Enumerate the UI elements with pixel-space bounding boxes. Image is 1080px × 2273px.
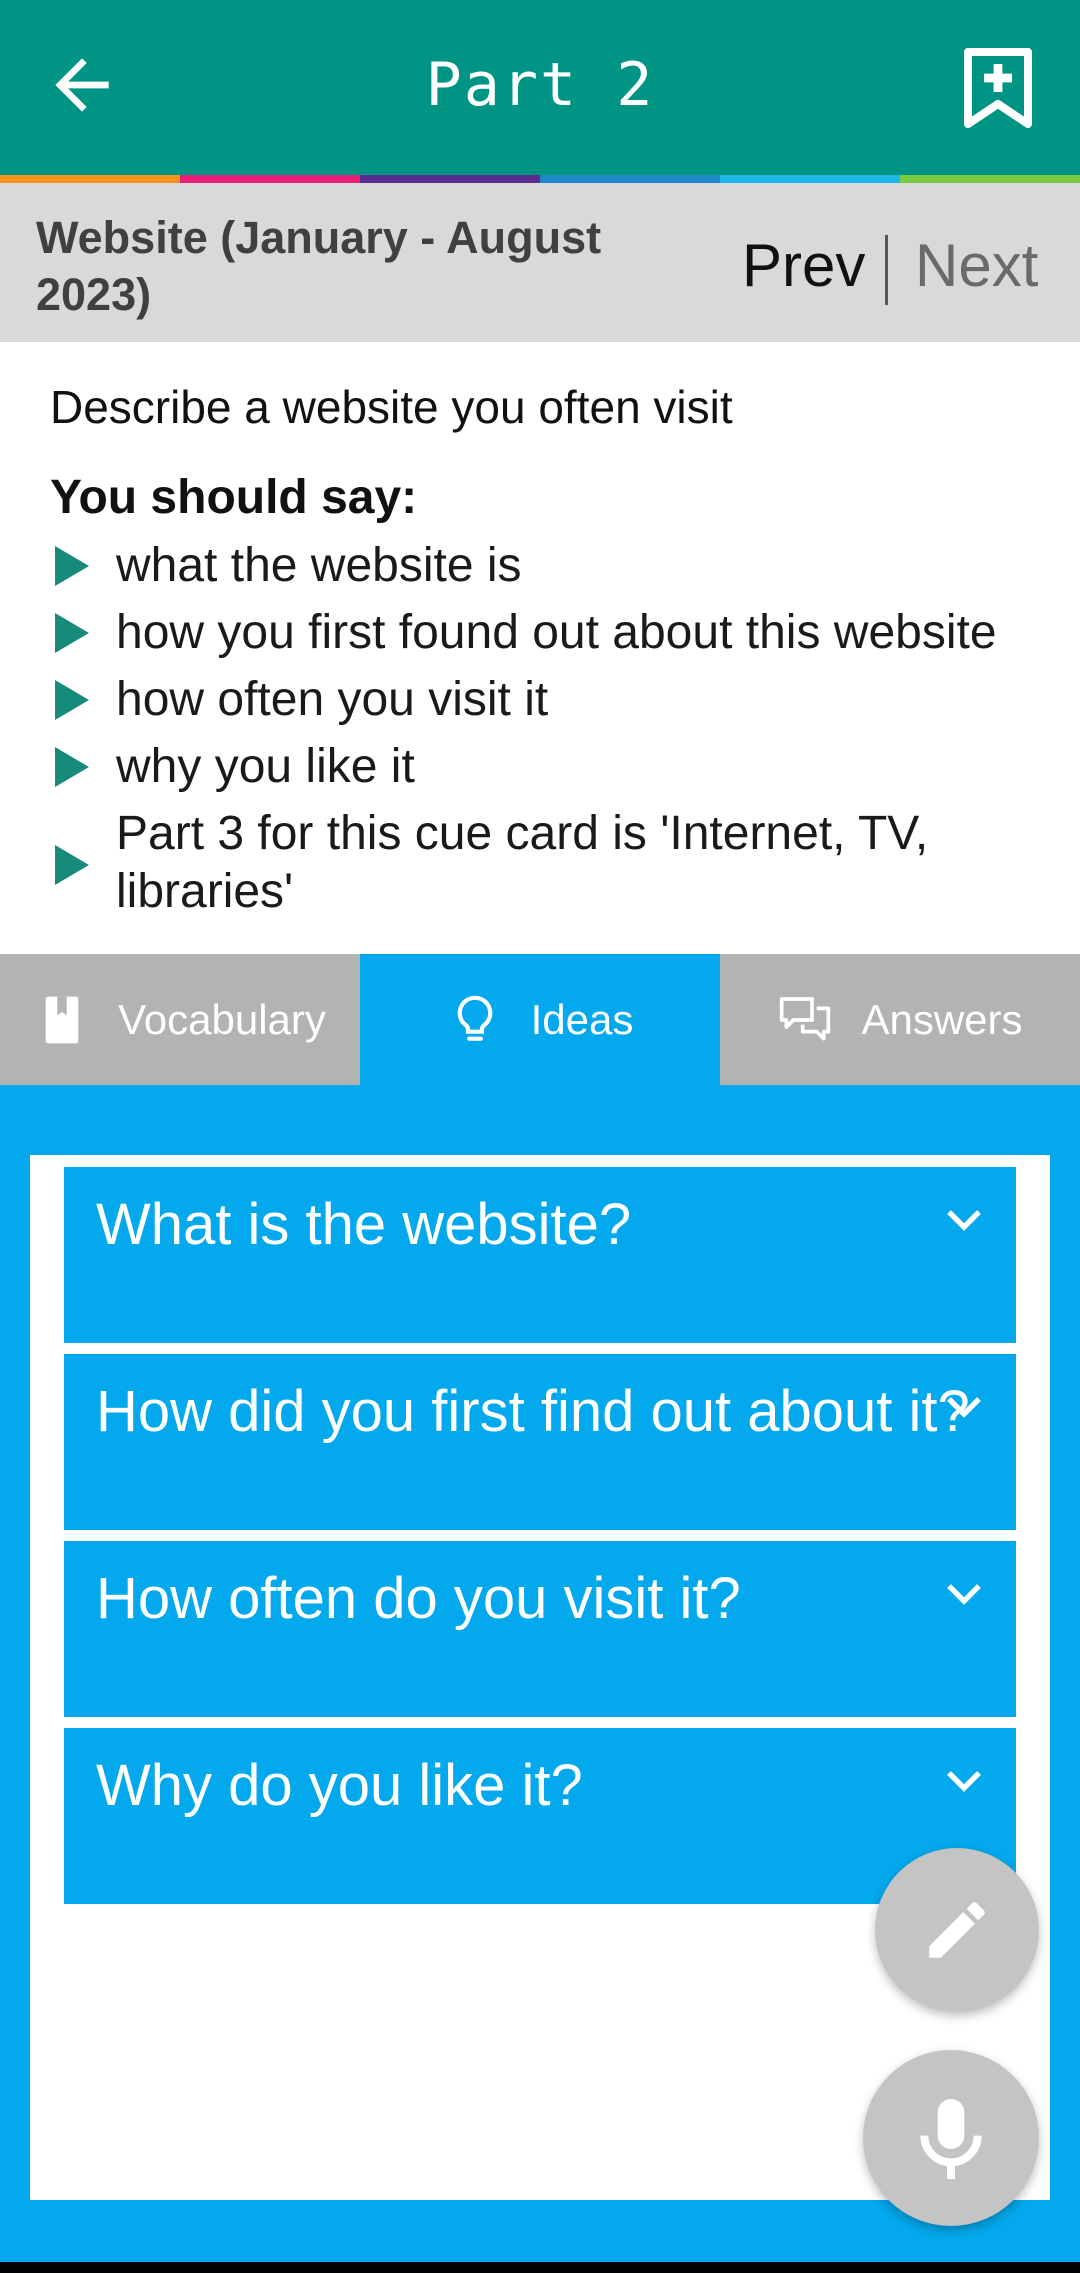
- tab-bar: Vocabulary Ideas Answers: [0, 954, 1080, 1085]
- pencil-icon: [929, 1902, 985, 1958]
- accordion-question: How did you first find out about it?: [96, 1379, 970, 1444]
- triangle-bullet-icon: [55, 546, 89, 586]
- cue-card-prompt: Describe a website you often visit: [50, 381, 733, 433]
- topic-bar: Website (January - August 2023) Prev Nex…: [0, 183, 1080, 342]
- cue-bullet-text: how you first found out about this websi…: [116, 606, 997, 659]
- accordion-item[interactable]: How did you first find out about it?: [64, 1354, 1016, 1530]
- lightbulb-icon: [457, 995, 492, 1041]
- triangle-bullet-icon: [55, 845, 89, 885]
- edit-button[interactable]: [875, 1848, 1039, 2012]
- tab-label: Ideas: [530, 995, 634, 1043]
- next-button[interactable]: Next: [915, 231, 1038, 300]
- accordion-question: Why do you like it?: [96, 1753, 583, 1818]
- chevron-down-icon[interactable]: [946, 1770, 982, 1794]
- topic-title: Website (January - August 2023): [36, 212, 602, 320]
- cue-bullet-text: how often you visit it: [116, 673, 549, 726]
- cue-card: Describe a website you often visit You s…: [0, 342, 1080, 954]
- accordion-item[interactable]: Why do you like it?: [64, 1728, 1016, 1904]
- triangle-bullet-icon: [55, 613, 89, 653]
- chevron-down-icon[interactable]: [946, 1209, 982, 1233]
- app-bar: Part 2: [0, 0, 1080, 175]
- tab-label: Vocabulary: [118, 995, 326, 1043]
- cue-bullet-text: Part 3 for this cue card is 'Internet, T…: [116, 807, 929, 918]
- you-should-say-heading: You should say:: [50, 471, 418, 524]
- system-nav-bar: [0, 2262, 1080, 2273]
- tab-ideas[interactable]: Ideas: [360, 954, 720, 1085]
- accordion-question: What is the website?: [96, 1192, 632, 1257]
- ideas-panel: What is the website? How did you first f…: [30, 1155, 1050, 2200]
- cue-bullet-text: what the website is: [116, 539, 522, 592]
- page-title: Part 2: [425, 50, 655, 120]
- chevron-down-icon[interactable]: [946, 1583, 982, 1607]
- microphone-icon: [920, 2099, 982, 2179]
- tab-answers[interactable]: Answers: [720, 954, 1080, 1085]
- tab-label: Answers: [861, 995, 1023, 1043]
- cue-bullet-text: why you like it: [116, 740, 415, 793]
- nav-divider: [885, 235, 888, 305]
- microphone-button[interactable]: [863, 2050, 1039, 2226]
- triangle-bullet-icon: [55, 747, 89, 787]
- book-icon: [45, 996, 79, 1043]
- color-strip-segment: [540, 175, 720, 183]
- accordion-question: How often do you visit it?: [96, 1566, 741, 1631]
- color-strip-segment: [900, 175, 1080, 183]
- prev-button[interactable]: Prev: [742, 231, 865, 300]
- color-strip-segment: [360, 175, 540, 183]
- chat-bubbles-icon: [780, 996, 831, 1041]
- chevron-down-icon[interactable]: [946, 1396, 982, 1420]
- triangle-bullet-icon: [55, 680, 89, 720]
- color-strip-segment: [0, 175, 180, 183]
- color-strip-segment: [720, 175, 900, 183]
- accordion-item[interactable]: How often do you visit it?: [64, 1541, 1016, 1717]
- tab-vocabulary[interactable]: Vocabulary: [0, 954, 360, 1085]
- color-strip-segment: [180, 175, 360, 183]
- bookmark-add-icon[interactable]: [964, 48, 1032, 128]
- accordion-item[interactable]: What is the website?: [64, 1167, 1016, 1343]
